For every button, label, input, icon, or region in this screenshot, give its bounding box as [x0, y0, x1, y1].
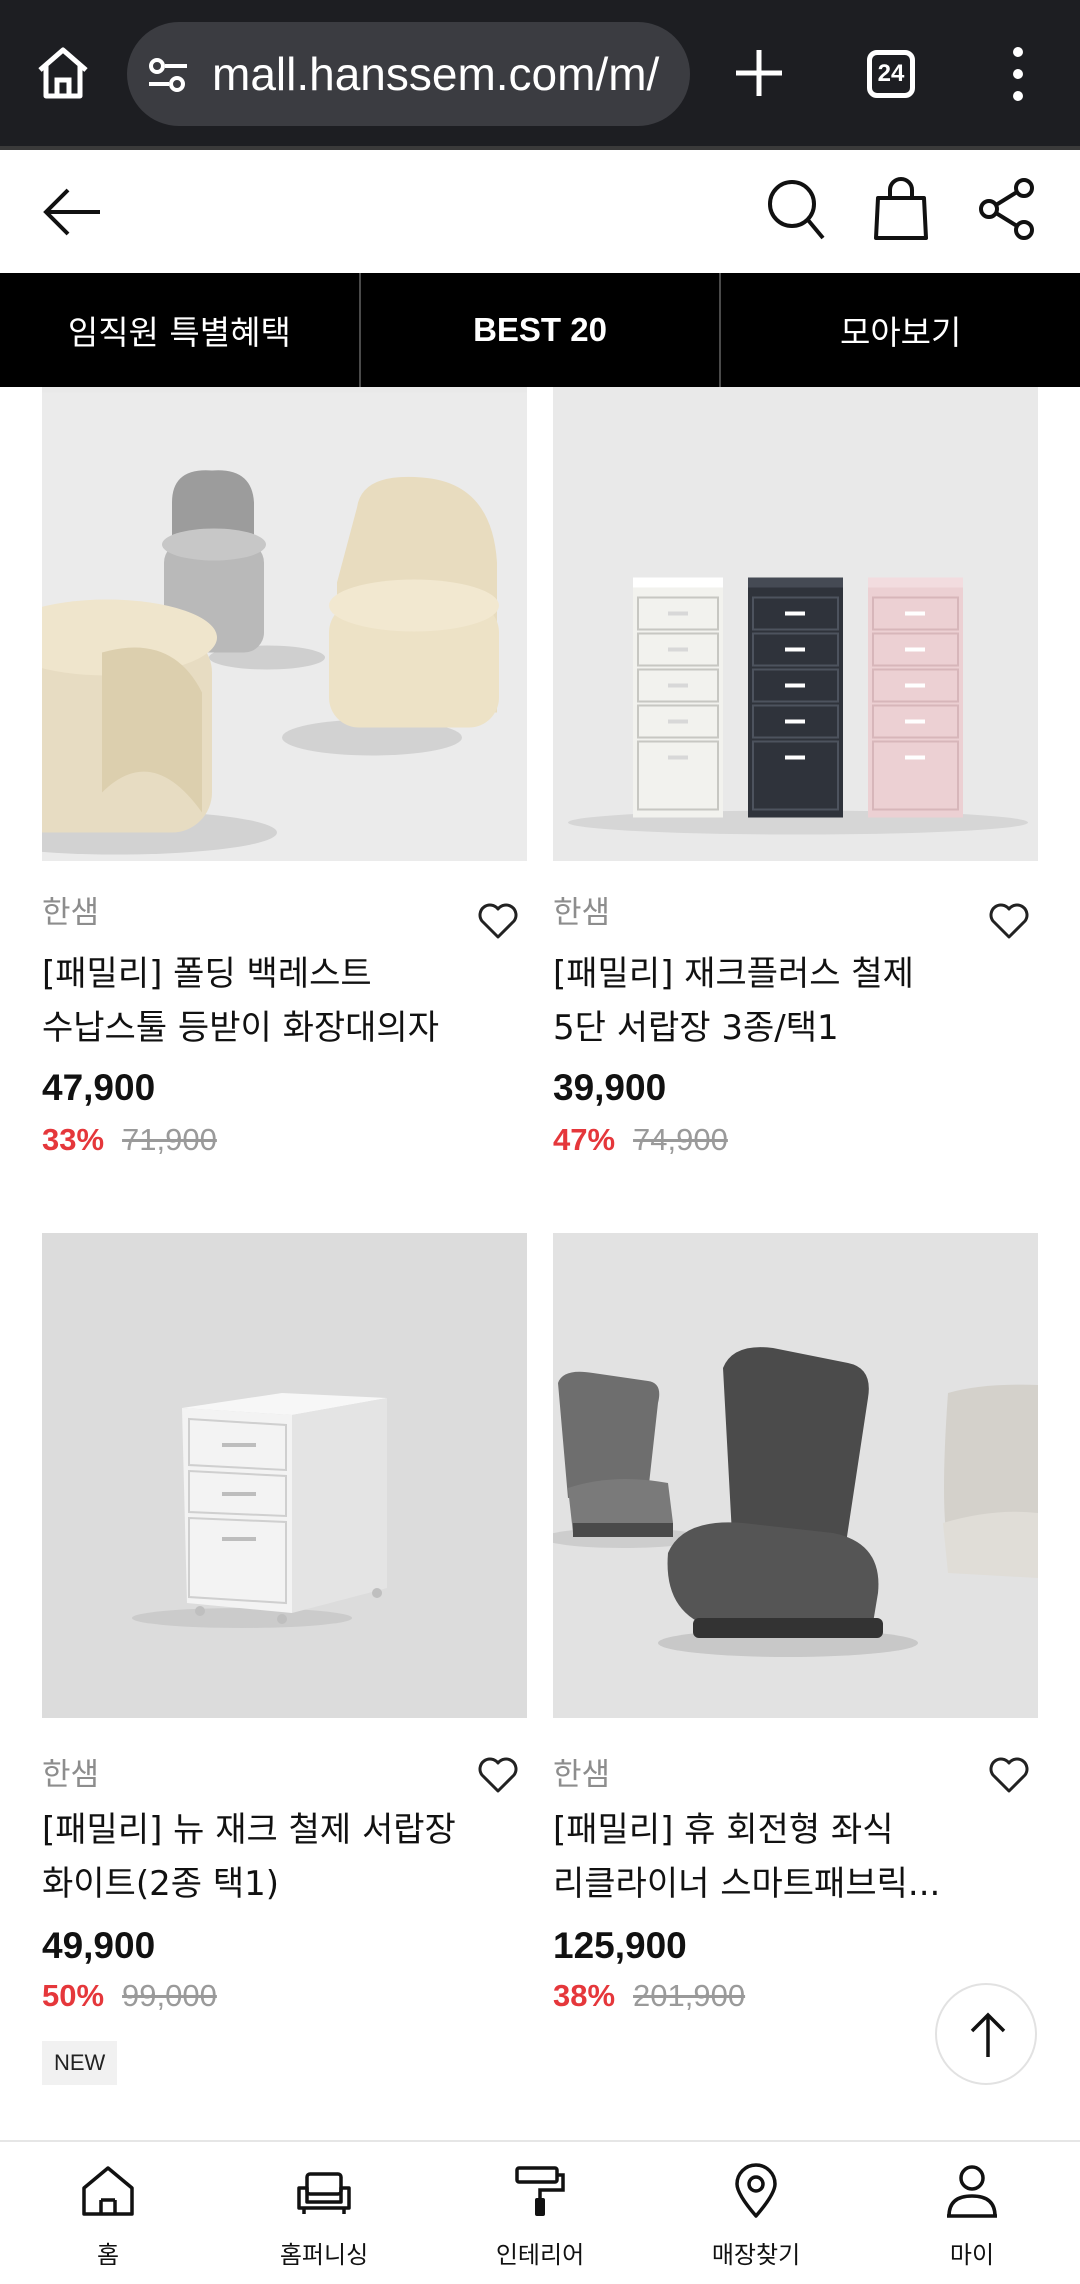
white-drawer-cabinet-image — [42, 1233, 527, 1718]
browser-toolbar: mall.hanssem.com/m/ 24 — [0, 0, 1080, 148]
original-price: 71,900 — [122, 1122, 217, 1157]
discount-row: 50% 99,000 — [42, 1978, 217, 2014]
app-header — [0, 150, 1080, 274]
discount-rate: 38% — [553, 1978, 616, 2013]
nav-store-finder[interactable]: 매장찾기 — [648, 2142, 864, 2284]
brand-name: 한샘 — [553, 895, 611, 931]
home-icon[interactable] — [30, 40, 96, 106]
discount-row: 47% 74,900 — [553, 1122, 728, 1158]
more-menu-icon[interactable] — [1000, 44, 1036, 104]
product-image[interactable] — [553, 387, 1038, 861]
product-card[interactable]: 한샘 [패밀리] 뉴 재크 철제 서랍장 화이트(2종 택1) 49,900 5… — [42, 1233, 527, 2093]
person-icon — [947, 2165, 997, 2218]
nav-label: 마이 — [949, 2241, 995, 2269]
tab-switcher-button[interactable]: 24 — [867, 50, 915, 98]
back-arrow-icon[interactable] — [42, 182, 102, 242]
new-tab-icon[interactable] — [730, 44, 788, 102]
sale-price: 125,900 — [553, 1925, 687, 1966]
product-card[interactable]: 한샘 [패밀리] 휴 회전형 좌식 리클라이너 스마트패브릭... 125,90… — [553, 1233, 1038, 2093]
nav-label: 매장찾기 — [711, 2241, 801, 2269]
scroll-to-top-button[interactable] — [935, 1983, 1037, 2085]
location-pin-icon — [735, 2163, 777, 2218]
site-settings-icon[interactable] — [147, 54, 189, 96]
nav-home[interactable]: 홈 — [0, 2142, 216, 2284]
heart-icon[interactable] — [477, 1755, 519, 1795]
brand-name: 한샘 — [553, 1757, 611, 1793]
product-name-line1: [패밀리] 휴 회전형 좌식 — [553, 1810, 894, 1850]
tab-view-all[interactable]: 모아보기 — [721, 273, 1080, 387]
paint-roller-icon — [515, 2166, 565, 2216]
product-name-line1: [패밀리] 뉴 재크 철제 서랍장 — [42, 1810, 456, 1850]
product-name-line2: 수납스툴 등받이 화장대의자 — [42, 1008, 439, 1048]
tab-employee-benefits[interactable]: 임직원 특별혜택 — [0, 273, 361, 387]
nav-label: 홈 — [96, 2241, 120, 2269]
sale-price: 47,900 — [42, 1067, 156, 1108]
tab-best-20[interactable]: BEST 20 — [361, 273, 722, 387]
bottom-navigation: 홈 홈퍼니싱 인테리어 매장찾기 마이 — [0, 2140, 1080, 2284]
sale-price: 49,900 — [42, 1925, 156, 1966]
shopping-bag-icon[interactable] — [874, 176, 928, 242]
arrow-up-icon — [970, 2012, 1006, 2057]
new-badge: NEW — [42, 2041, 118, 2085]
category-tab-bar: 임직원 특별혜택 BEST 20 모아보기 — [0, 273, 1080, 387]
product-name-line1: [패밀리] 재크플러스 철제 — [553, 954, 914, 994]
product-name-line2: 5단 서랍장 3종/택1 — [553, 1008, 839, 1048]
nav-label: 홈퍼니싱 — [279, 2241, 369, 2269]
share-icon[interactable] — [978, 178, 1036, 240]
product-card[interactable]: 한샘 [패밀리] 폴딩 백레스트 수납스툴 등받이 화장대의자 47,900 3… — [42, 387, 527, 1167]
heart-icon[interactable] — [988, 901, 1030, 941]
drawer-cabinets-image — [553, 392, 1038, 861]
discount-rate: 33% — [42, 1122, 105, 1157]
sale-price: 39,900 — [553, 1067, 667, 1108]
brand-name: 한샘 — [42, 1757, 100, 1793]
discount-rate: 50% — [42, 1978, 105, 2013]
nav-interior[interactable]: 인테리어 — [432, 2142, 648, 2284]
discount-row: 38% 201,900 — [553, 1978, 745, 2014]
product-name-line2: 화이트(2종 택1) — [42, 1864, 280, 1904]
sofa-icon — [297, 2172, 351, 2214]
product-card[interactable]: 한샘 [패밀리] 재크플러스 철제 5단 서랍장 3종/택1 39,900 47… — [553, 387, 1038, 1167]
nav-my-page[interactable]: 마이 — [864, 2142, 1080, 2284]
product-image[interactable] — [42, 387, 527, 861]
address-bar[interactable]: mall.hanssem.com/m/ — [127, 22, 690, 126]
original-price: 99,000 — [122, 1978, 217, 2013]
vanity-stool-image — [42, 392, 527, 861]
product-image[interactable] — [553, 1233, 1038, 1718]
home-icon — [82, 2166, 134, 2216]
product-name-line1: [패밀리] 폴딩 백레스트 — [42, 954, 372, 994]
search-icon[interactable] — [766, 178, 826, 242]
heart-icon[interactable] — [477, 901, 519, 941]
discount-row: 33% 71,900 — [42, 1122, 217, 1158]
nav-label: 인테리어 — [495, 2241, 585, 2269]
original-price: 74,900 — [633, 1122, 728, 1157]
brand-name: 한샘 — [42, 895, 100, 931]
nav-home-furnishing[interactable]: 홈퍼니싱 — [216, 2142, 432, 2284]
url-text: mall.hanssem.com/m/ — [212, 48, 660, 100]
product-image[interactable] — [42, 1233, 527, 1718]
original-price: 201,900 — [633, 1978, 746, 2013]
floor-recliner-image — [553, 1233, 1038, 1718]
product-name-line2: 리클라이너 스마트패브릭... — [553, 1864, 941, 1904]
heart-icon[interactable] — [988, 1755, 1030, 1795]
discount-rate: 47% — [553, 1122, 616, 1157]
